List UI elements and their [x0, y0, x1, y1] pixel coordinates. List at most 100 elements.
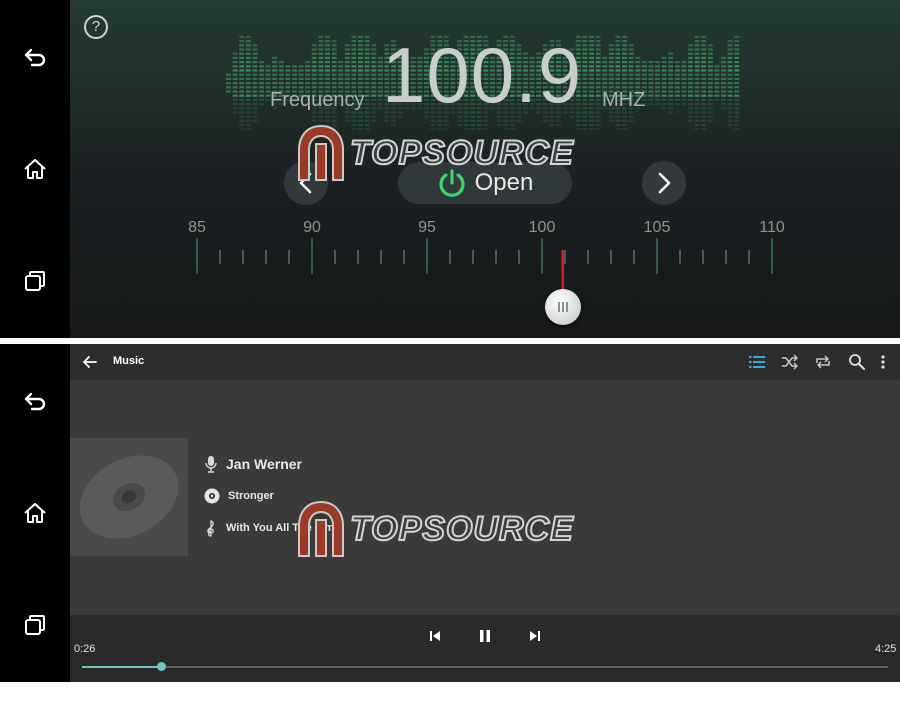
next-track-button[interactable]	[525, 626, 545, 646]
visualizer-segment	[734, 77, 740, 80]
visualizer-segment	[331, 52, 337, 55]
visualizer-segment	[622, 77, 627, 80]
visualizer-segment	[701, 77, 707, 80]
visualizer-segment	[259, 65, 264, 68]
frequency-value: 100.9	[382, 31, 583, 119]
tuning-slider-thumb[interactable]	[545, 289, 581, 325]
power-open-button[interactable]: Open	[398, 162, 572, 204]
visualizer-segment	[364, 69, 370, 72]
seek-up-button[interactable]	[642, 161, 686, 205]
visualizer-segment	[437, 119, 443, 122]
visualizer-segment	[371, 44, 377, 47]
visualizer-segment	[635, 61, 641, 64]
playlist-button[interactable]	[747, 352, 767, 372]
visualizer-segment	[582, 73, 588, 76]
recent-apps-button[interactable]	[17, 263, 53, 299]
search-button[interactable]	[847, 352, 867, 372]
home-button[interactable]	[17, 495, 53, 531]
visualizer-segment	[272, 69, 278, 72]
visualizer-segment	[351, 52, 357, 55]
visualizer-segment	[364, 107, 370, 110]
visualizer-segment	[358, 40, 363, 43]
visualizer-segment	[688, 73, 693, 76]
visualizer-segment	[542, 119, 548, 122]
visualizer-segment	[311, 65, 317, 68]
visualizer-segment	[443, 128, 449, 130]
visualizer-segment	[615, 40, 621, 43]
app-toolbar	[70, 344, 900, 380]
visualizer-segment	[734, 44, 740, 47]
visualizer-segment	[285, 82, 291, 85]
visualizer-segment	[589, 107, 594, 110]
visualizer-segment	[589, 119, 594, 122]
visualizer-segment	[734, 94, 740, 97]
previous-track-button[interactable]	[425, 626, 445, 646]
frequency-scale[interactable]: 85 90 95 100 105 110	[180, 212, 800, 302]
back-button[interactable]	[17, 39, 53, 75]
visualizer-segment	[721, 65, 726, 68]
visualizer-segment	[272, 65, 278, 68]
visualizer-segment	[239, 48, 245, 51]
visualizer-segment	[331, 115, 337, 118]
visualizer-segment	[311, 119, 317, 122]
visualizer-segment	[239, 82, 245, 85]
song-row: With You All The Time	[204, 519, 340, 537]
visualizer-segment	[668, 103, 674, 106]
page-title: Music	[113, 355, 145, 367]
visualizer-segment	[694, 111, 700, 114]
seek-bar[interactable]	[82, 662, 888, 671]
visualizer-segment	[285, 73, 291, 76]
visualizer-segment	[694, 119, 700, 122]
visualizer-segment	[344, 48, 350, 51]
pause-button[interactable]	[475, 626, 495, 646]
visualizer-segment	[661, 65, 667, 68]
visualizer-segment	[285, 69, 291, 72]
visualizer-segment	[595, 77, 601, 80]
visualizer-segment	[556, 119, 561, 122]
visualizer-segment	[371, 52, 377, 55]
home-button[interactable]	[17, 151, 53, 187]
scale-label: 95	[418, 219, 436, 236]
visualizer-segment	[305, 73, 311, 76]
visualizer-segment	[661, 103, 667, 106]
shuffle-button[interactable]	[780, 352, 800, 372]
seek-down-button[interactable]	[284, 161, 328, 205]
toolbar-back-button[interactable]	[80, 352, 100, 372]
visualizer-segment	[734, 40, 740, 43]
visualizer-segment	[311, 52, 317, 55]
visualizer-segment	[701, 124, 707, 127]
back-button[interactable]	[17, 383, 53, 419]
visualizer-segment	[325, 65, 330, 68]
help-button[interactable]: ?	[84, 15, 108, 39]
visualizer-segment	[727, 56, 733, 59]
visualizer-segment	[707, 107, 713, 110]
treble-clef-icon	[207, 520, 214, 537]
visualizer-segment	[628, 56, 634, 59]
visualizer-segment	[681, 77, 687, 80]
visualizer-segment	[245, 86, 251, 89]
visualizer-segment	[463, 128, 469, 130]
recent-apps-button[interactable]	[17, 607, 53, 643]
visualizer-segment	[239, 52, 245, 55]
visualizer-segment	[226, 82, 231, 85]
visualizer-segment	[318, 73, 324, 76]
visualizer-segment	[628, 115, 634, 118]
visualizer-segment	[589, 90, 594, 93]
visualizer-segment	[661, 61, 667, 64]
visualizer-segment	[278, 73, 284, 76]
music-player-screen: Music Jan Werner Stronger With You All T…	[0, 344, 900, 682]
visualizer-segment	[245, 119, 251, 122]
visualizer-segment	[628, 119, 634, 122]
visualizer-segment	[707, 111, 713, 114]
visualizer-segment	[688, 94, 693, 97]
overflow-menu-button[interactable]	[873, 352, 893, 372]
visualizer-segment	[641, 69, 647, 72]
visualizer-segment	[707, 103, 713, 106]
visualizer-segment	[331, 124, 337, 127]
visualizer-segment	[371, 90, 377, 93]
visualizer-segment	[582, 90, 588, 93]
visualizer-segment	[232, 77, 238, 80]
seek-bar-thumb[interactable]	[156, 662, 166, 671]
visualizer-segment	[589, 44, 594, 47]
repeat-button[interactable]	[813, 352, 833, 372]
